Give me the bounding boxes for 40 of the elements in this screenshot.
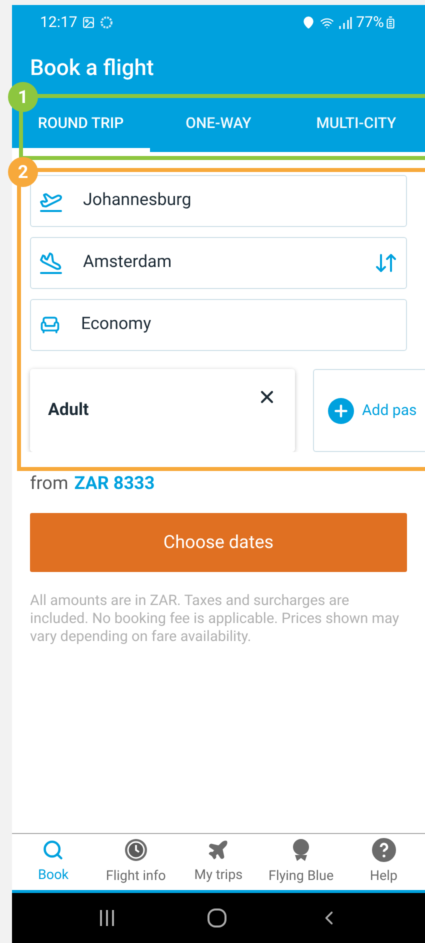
seat-icon: [39, 314, 61, 336]
location-icon: [302, 16, 316, 29]
battery-level: 77%: [356, 12, 384, 34]
nav-item[interactable]: Book: [12, 834, 95, 890]
battery-icon: [384, 16, 397, 29]
help-icon: [372, 838, 396, 862]
landing-icon: [39, 251, 63, 275]
page-title: Book a flight: [30, 56, 154, 81]
nav-item[interactable]: Flight info: [94, 834, 178, 890]
image-icon: [82, 16, 96, 29]
home-icon[interactable]: [206, 908, 226, 928]
nav-item[interactable]: Help: [342, 834, 425, 890]
trip-type-tab[interactable]: ONE-WAY: [150, 98, 288, 152]
trip-type-tab[interactable]: MULTI-CITY: [287, 98, 425, 152]
plus-icon: [328, 398, 354, 424]
nav-item[interactable]: Flying Blue: [260, 834, 342, 890]
choose-dates-button[interactable]: Choose dates: [30, 513, 407, 572]
recent-apps-icon[interactable]: [98, 909, 116, 927]
annotation-marker: 2: [8, 157, 38, 187]
price-amount: ZAR 8333: [74, 472, 155, 496]
ring-icon: [100, 16, 114, 29]
signal-icon: [338, 16, 352, 28]
form-field[interactable]: Johannesburg: [30, 175, 407, 227]
form-field[interactable]: Economy: [30, 299, 407, 351]
passenger-type: Adult: [48, 398, 89, 422]
field-value: Amsterdam: [83, 251, 173, 274]
add-passenger-button[interactable]: Add pas: [313, 369, 425, 452]
status-time: 12:17: [40, 12, 78, 34]
price-prefix: from: [30, 472, 68, 496]
disclaimer-text: All amounts are in ZAR. Taxes and surcharges are included. No booking fee is applicable. Prices shown may vary depending on fare availability.: [29, 591, 400, 646]
form-field[interactable]: Amsterdam: [30, 237, 407, 289]
search-icon: [42, 838, 64, 861]
plane-icon: [207, 838, 230, 861]
wifi-icon: [320, 16, 334, 30]
nav-item[interactable]: My trips: [177, 834, 260, 890]
medal-icon: [291, 838, 312, 862]
field-value: Economy: [81, 313, 152, 336]
field-value: Johannesburg: [83, 189, 192, 212]
clock-icon: [124, 838, 148, 862]
swap-icon[interactable]: [374, 251, 398, 275]
